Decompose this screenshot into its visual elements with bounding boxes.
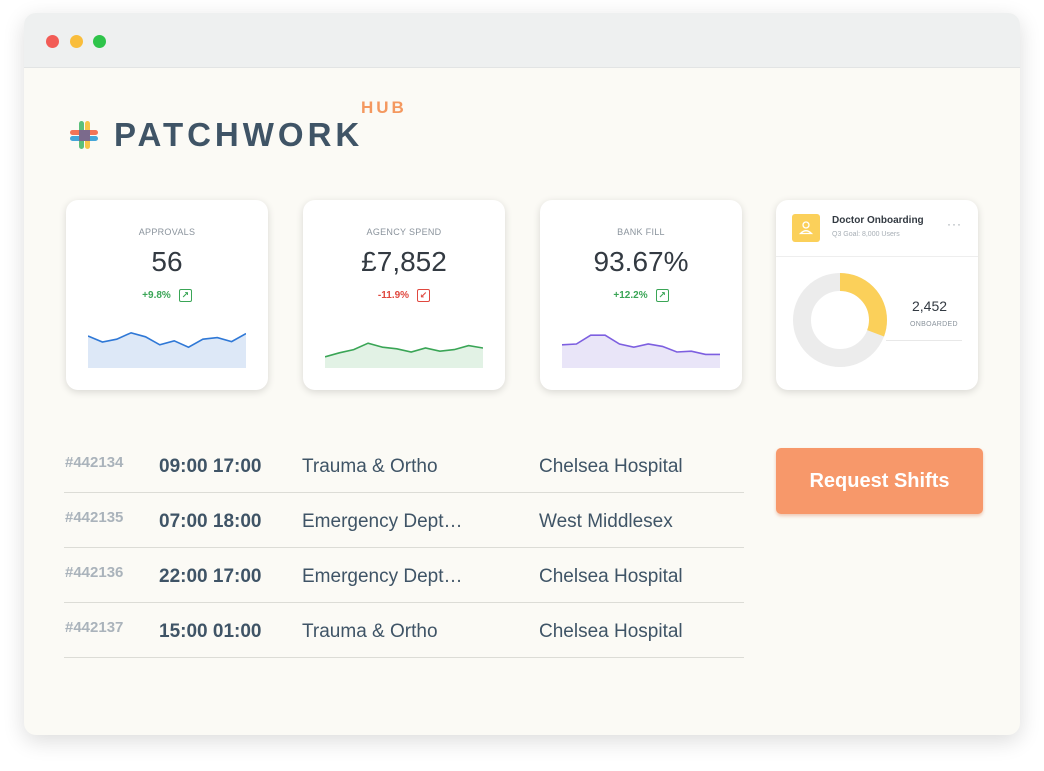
stat-label: AGENCY SPEND [366,227,442,237]
shift-row[interactable]: #442134 09:00 17:00 Trauma & Ortho Chels… [64,438,744,493]
onboarded-caption: ONBOARDED [910,321,958,328]
stat-value: 56 [151,246,183,277]
shift-row[interactable]: #442136 22:00 17:00 Emergency Dept… Chel… [64,548,744,603]
close-window-button[interactable] [46,35,59,48]
maximize-window-button[interactable] [93,35,106,48]
stat-delta-text: +12.2% [613,290,648,302]
stat-delta: +12.2% ↗ [540,289,742,302]
stat-value: 93.67% [593,246,689,277]
onboarded-count: 2,452 [912,298,948,314]
stat-card-approvals[interactable]: APPROVALS 56 +9.8% ↗ [66,200,268,390]
shift-list: #442134 09:00 17:00 Trauma & Ortho Chels… [64,438,744,658]
shift-department: Emergency Dept… [302,566,463,587]
minimize-window-button[interactable] [70,35,83,48]
stat-card-agency-spend[interactable]: AGENCY SPEND £7,852 -11.9% ↙ [303,200,505,390]
more-options-icon[interactable]: ··· [947,217,962,231]
stat-delta-text: +9.8% [142,290,171,302]
stat-value: £7,852 [361,246,447,277]
trend-up-icon: ↗ [655,289,669,302]
shift-hospital: West Middlesex [539,511,673,532]
shift-id: #442134 [65,454,124,471]
shift-id: #442136 [65,564,124,581]
window-titlebar [24,13,1020,68]
trend-up-icon: ↗ [178,289,192,302]
user-icon [792,214,820,242]
sparkline-chart [325,342,483,368]
shift-time: 22:00 17:00 [159,566,262,587]
shift-hospital: Chelsea Hospital [539,566,683,587]
shift-id: #442137 [65,619,124,636]
onboarding-donut-chart [793,273,887,367]
trend-down-icon: ↙ [417,289,431,302]
shift-time: 15:00 01:00 [159,621,262,642]
stat-delta: -11.9% ↙ [303,289,505,302]
stat-delta: +9.8% ↗ [66,289,268,302]
shift-time: 07:00 18:00 [159,511,262,532]
stat-card-bank-fill[interactable]: BANK FILL 93.67% +12.2% ↗ [540,200,742,390]
shift-row[interactable]: #442137 15:00 01:00 Trauma & Ortho Chels… [64,603,744,658]
brand-name: PATCHWORK [114,116,364,153]
doctor-onboarding-card[interactable]: Doctor Onboarding Q3 Goal: 8,000 Users ·… [776,200,978,390]
stat-delta-text: -11.9% [377,290,410,302]
sparkline-chart [562,334,720,368]
sparkline-area [325,343,483,368]
sparkline-chart [88,331,246,368]
stat-label: APPROVALS [138,227,196,237]
onboarding-header: Doctor Onboarding Q3 Goal: 8,000 Users ·… [776,200,978,257]
shift-hospital: Chelsea Hospital [539,456,683,477]
onboarding-subtitle: Q3 Goal: 8,000 Users [832,231,900,238]
browser-window: PATCHWORK HUB APPROVALS 56 +9.8% ↗ AGENCY… [24,13,1020,735]
stat-label: BANK FILL [617,227,665,237]
shift-row[interactable]: #442135 07:00 18:00 Emergency Dept… West… [64,493,744,548]
onboarding-title: Doctor Onboarding [832,215,924,226]
shift-hospital: Chelsea Hospital [539,621,683,642]
shift-department: Trauma & Ortho [302,621,438,642]
sparkline-area [88,332,246,368]
divider [886,340,962,341]
request-shifts-button[interactable]: Request Shifts [776,448,983,514]
shift-time: 09:00 17:00 [159,456,262,477]
brand-sub: HUB [361,98,407,117]
shift-id: #442135 [65,509,124,526]
shift-department: Emergency Dept… [302,511,463,532]
patchwork-logo-icon [70,121,98,149]
shift-department: Trauma & Ortho [302,456,438,477]
